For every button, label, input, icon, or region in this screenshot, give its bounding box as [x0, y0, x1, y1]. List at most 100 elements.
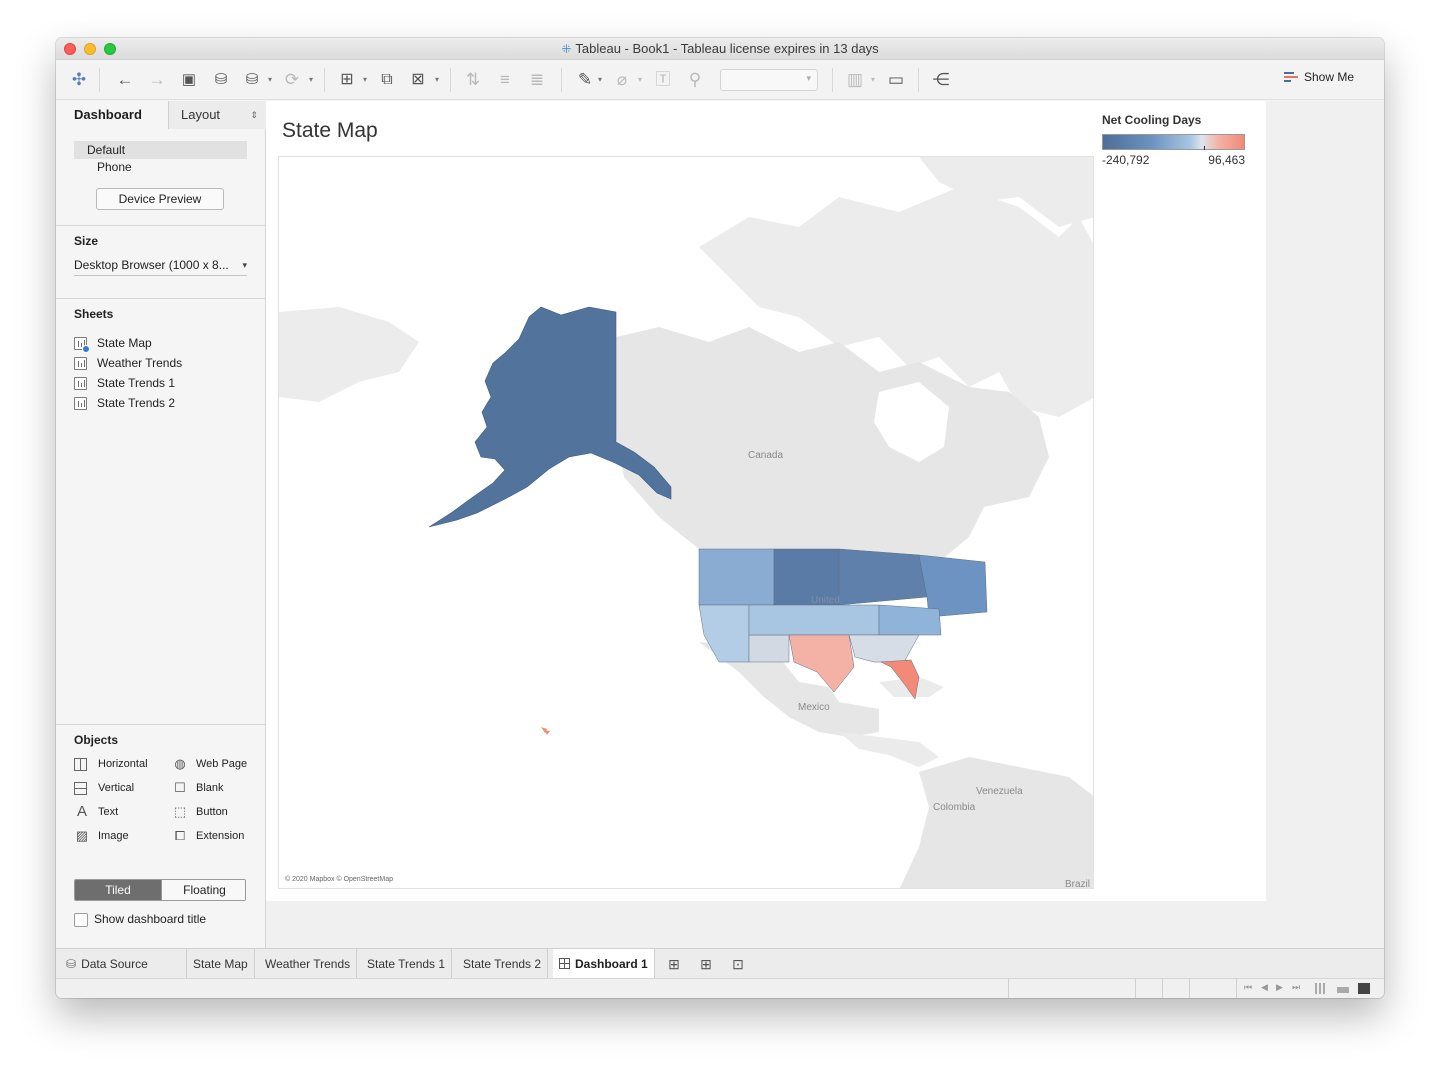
map-attribution[interactable]: © 2020 Mapbox © OpenStreetMap — [285, 876, 393, 883]
toolbar-divider — [832, 68, 833, 92]
object-vertical[interactable]: Vertical — [74, 779, 134, 797]
back-icon[interactable]: ← — [114, 69, 136, 91]
presentation-icon[interactable]: ▭ — [885, 69, 907, 91]
color-legend[interactable]: Net Cooling Days -240,792 96,463 — [1102, 113, 1252, 167]
map-label-colombia: Colombia — [933, 802, 976, 813]
filmstrip-icon[interactable] — [1337, 987, 1349, 993]
object-extension[interactable]: ⧠ Extension — [172, 827, 245, 845]
object-button[interactable]: ⬚ Button — [172, 803, 228, 821]
fit-dropdown[interactable]: ▾ — [720, 69, 818, 91]
tabs-view-icon[interactable] — [1358, 983, 1370, 994]
chevron-down-icon: ▾ — [242, 260, 247, 270]
size-title: Size — [74, 234, 99, 248]
legend-min-value: -240,792 — [1102, 153, 1150, 167]
clear-sheet-icon[interactable]: ⊠ — [407, 69, 429, 91]
image-icon: ▨ — [75, 828, 89, 844]
show-me-button[interactable]: Show Me — [1284, 70, 1354, 92]
new-worksheet-dropdown-icon[interactable]: ▾ — [363, 75, 367, 84]
tab-state-map[interactable]: State Map — [187, 949, 255, 979]
show-me-icon — [1284, 71, 1298, 84]
state-map[interactable]: Canada Mexico Venezuela Colombia Brazil … — [278, 156, 1094, 889]
sort-ascending-icon[interactable]: ≡ — [494, 69, 516, 91]
toolbar: ✣ ← → ▣ ⛁ ⛁ ▾ ⟳ ▾ ⊞ ▾ ⧉ ⊠ ▾ ⇅ ≡ ≣ ✎ ▾ ⌀ … — [56, 60, 1384, 100]
swap-icon[interactable]: ⇅ — [462, 69, 484, 91]
device-preview-button[interactable]: Device Preview — [96, 188, 224, 210]
status-divider — [1189, 979, 1190, 998]
sheet-sorter-icon[interactable] — [1315, 983, 1327, 994]
highlight-dropdown-icon[interactable]: ▾ — [598, 75, 602, 84]
object-web-page[interactable]: ◍ Web Page — [172, 755, 247, 773]
pause-updates-dropdown-icon[interactable]: ▾ — [268, 75, 272, 84]
chart-type-dropdown-icon[interactable]: ▾ — [871, 75, 875, 84]
object-image[interactable]: ▨ Image — [74, 827, 129, 845]
dashboard-canvas: State Map Canada Mexico Venezuela Colomb… — [266, 101, 1266, 901]
sheet-item-state-trends-1[interactable]: State Trends 1 — [74, 373, 175, 393]
us-southeast — [848, 634, 920, 663]
first-sheet-icon[interactable]: ⏮ — [1244, 982, 1252, 993]
us-great-lakes — [838, 548, 928, 606]
last-sheet-icon[interactable]: ⏭ — [1292, 982, 1300, 993]
forward-icon[interactable]: → — [146, 69, 168, 91]
hawaii-shape — [541, 727, 550, 735]
map-label-canada: Canada — [748, 450, 784, 461]
map-label-brazil: Brazil — [1065, 879, 1091, 889]
sheet-item-state-trends-2[interactable]: State Trends 2 — [74, 393, 175, 413]
tab-data-source[interactable]: ⛁ Data Source — [56, 949, 187, 979]
map-svg — [279, 157, 1093, 888]
refresh-icon[interactable]: ⟳ — [281, 69, 303, 91]
labels-icon[interactable]: 🅃 — [652, 69, 674, 91]
us-central — [748, 604, 880, 636]
show-title-checkbox[interactable] — [74, 912, 88, 927]
canvas-margin — [266, 901, 1384, 948]
central-america-shape — [839, 732, 939, 767]
horizontal-container-icon — [74, 757, 87, 771]
tab-dashboard-1[interactable]: Dashboard 1 — [553, 949, 655, 979]
object-text[interactable]: A Text — [74, 803, 118, 821]
size-dropdown[interactable]: Desktop Browser (1000 x 8... ▾ — [74, 256, 247, 276]
tableau-logo-icon[interactable]: ✣ — [68, 69, 90, 91]
sheet-item-state-map[interactable]: State Map — [74, 333, 152, 354]
status-divider — [1236, 979, 1237, 998]
show-dashboard-title-option[interactable]: Show dashboard title — [74, 911, 206, 927]
chart-type-icon[interactable]: ▥ — [844, 69, 866, 91]
object-horizontal[interactable]: Horizontal — [74, 755, 148, 773]
refresh-dropdown-icon[interactable]: ▾ — [309, 75, 313, 84]
highlight-icon[interactable]: ✎ — [574, 69, 596, 91]
us-southwest — [748, 634, 790, 663]
next-sheet-icon[interactable]: ▶ — [1276, 982, 1283, 993]
new-data-source-icon[interactable]: ⛁ — [210, 69, 232, 91]
tab-state-trends-2[interactable]: State Trends 2 — [457, 949, 549, 979]
fix-axes-icon[interactable]: ⚲ — [684, 69, 706, 91]
device-default[interactable]: Default — [74, 141, 247, 159]
map-label-mexico: Mexico — [798, 702, 830, 713]
new-worksheet-icon[interactable]: ⊞ — [336, 69, 358, 91]
tab-dashboard[interactable]: Dashboard — [56, 101, 169, 129]
new-dashboard-tab-icon[interactable]: ⊞ — [697, 955, 715, 973]
map-label-united-states: United — [811, 595, 840, 606]
clear-sheet-dropdown-icon[interactable]: ▾ — [435, 75, 439, 84]
tiled-floating-toggle: Tiled Floating — [74, 879, 246, 901]
duplicate-sheet-icon[interactable]: ⧉ — [376, 69, 398, 91]
dashboard-icon — [559, 958, 570, 969]
tab-weather-trends[interactable]: Weather Trends — [259, 949, 358, 979]
sort-descending-icon[interactable]: ≣ — [526, 69, 548, 91]
save-icon[interactable]: ▣ — [178, 69, 200, 91]
sheet-tabs-bar: ⛁ Data Source State Map Weather Trends St… — [56, 948, 1384, 979]
floating-button[interactable]: Floating — [161, 880, 245, 900]
pause-updates-icon[interactable]: ⛁ — [241, 69, 263, 91]
new-worksheet-tab-icon[interactable]: ⊞ — [665, 955, 683, 973]
device-phone[interactable]: Phone — [97, 160, 132, 174]
sheet-title: State Map — [282, 119, 378, 142]
group-icon[interactable]: ⌀ — [611, 69, 633, 91]
share-icon[interactable]: ⋲ — [930, 69, 952, 91]
tab-layout[interactable]: Layout ⇕ — [169, 101, 266, 129]
window-title: ⁜ Tableau - Book1 - Tableau license expir… — [561, 41, 879, 56]
tiled-button[interactable]: Tiled — [75, 880, 161, 900]
group-dropdown-icon[interactable]: ▾ — [638, 75, 642, 84]
object-blank[interactable]: ☐ Blank — [172, 779, 223, 797]
previous-sheet-icon[interactable]: ◀ — [1261, 982, 1268, 993]
sheet-item-weather-trends[interactable]: Weather Trends — [74, 353, 182, 373]
status-bar: ⏮ ◀ ▶ ⏭ — [56, 978, 1384, 998]
new-story-tab-icon[interactable]: ⊡ — [729, 955, 747, 973]
tab-state-trends-1[interactable]: State Trends 1 — [361, 949, 453, 979]
